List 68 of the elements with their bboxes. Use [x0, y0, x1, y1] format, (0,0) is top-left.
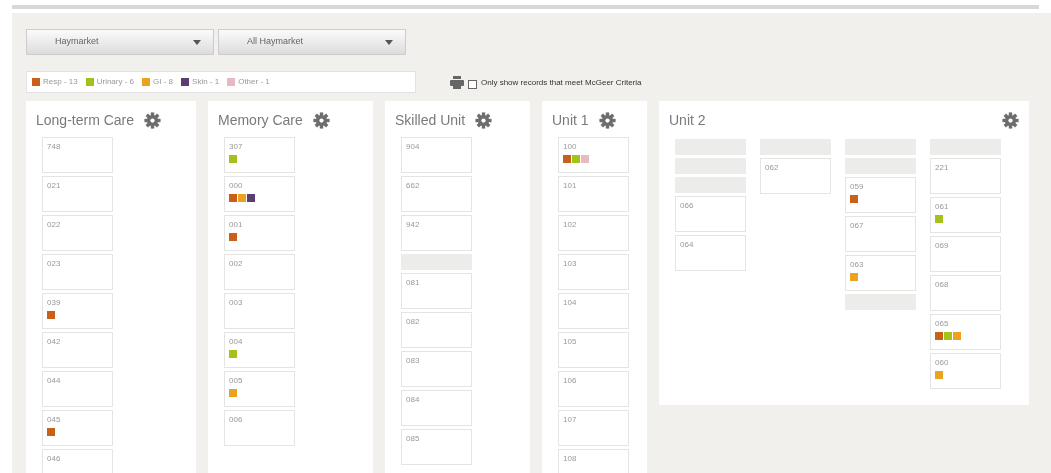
room-card[interactable]: 059	[845, 177, 916, 213]
room-card[interactable]: 942	[401, 215, 472, 251]
room-card[interactable]: 061	[930, 197, 1001, 233]
room-card[interactable]: 001	[224, 215, 295, 251]
room-card[interactable]: 107	[558, 410, 629, 446]
room-card[interactable]: 084	[401, 390, 472, 426]
room-card[interactable]: 003	[224, 293, 295, 329]
room-card[interactable]: 904	[401, 137, 472, 173]
room-card[interactable]: 069	[930, 236, 1001, 272]
room-card[interactable]: 221	[930, 158, 1001, 194]
caret-icon	[385, 39, 393, 45]
dropdown[interactable]: Haymarket	[26, 29, 214, 55]
room-card[interactable]: 083	[401, 351, 472, 387]
room-card[interactable]: 005	[224, 371, 295, 407]
legend-label: GI - 8	[153, 76, 174, 88]
room-card[interactable]: 021	[42, 176, 113, 212]
legend-label: Skin - 1	[192, 76, 220, 88]
room-card[interactable]: 068	[930, 275, 1001, 311]
room-card[interactable]: 023	[42, 254, 113, 290]
settings-icon[interactable]	[144, 111, 162, 129]
room-card[interactable]: 100	[558, 137, 629, 173]
checkbox[interactable]	[468, 79, 477, 89]
settings-icon[interactable]	[598, 111, 616, 129]
room-card[interactable]: 067	[845, 216, 916, 252]
room-card[interactable]: 108	[558, 449, 629, 473]
room-card[interactable]: 042	[42, 332, 113, 368]
room-card[interactable]: 103	[558, 254, 629, 290]
unit-title: Skilled Unit	[395, 110, 466, 130]
room-card[interactable]: 066	[675, 196, 746, 232]
room-card[interactable]: 105	[558, 332, 629, 368]
room-card[interactable]: 662	[401, 176, 472, 212]
print-icon[interactable]	[450, 75, 464, 89]
room-card[interactable]: 106	[558, 371, 629, 407]
caret-icon	[193, 39, 201, 45]
room-card[interactable]: 000	[224, 176, 295, 212]
room-card[interactable]: 081	[401, 273, 472, 309]
unit-title: Memory Care	[218, 110, 303, 130]
settings-icon[interactable]	[475, 111, 493, 129]
dropdown[interactable]: All Haymarket	[218, 29, 406, 55]
room-card[interactable]: 006	[224, 410, 295, 446]
room-card[interactable]: 044	[42, 371, 113, 407]
legend-label: Resp - 13	[43, 76, 78, 88]
room-card[interactable]: 101	[558, 176, 629, 212]
room-card[interactable]: 022	[42, 215, 113, 251]
room-card[interactable]: 104	[558, 293, 629, 329]
room-card[interactable]: 002	[224, 254, 295, 290]
room-card[interactable]: 085	[401, 429, 472, 465]
unit-title: Unit 2	[669, 110, 706, 130]
settings-icon[interactable]	[1002, 111, 1019, 129]
room-card[interactable]: 748	[42, 137, 113, 173]
room-card[interactable]: 060	[930, 353, 1001, 389]
room-card[interactable]: 046	[42, 449, 113, 473]
room-card[interactable]: 039	[42, 293, 113, 329]
room-card[interactable]: 065	[930, 314, 1001, 350]
room-card[interactable]: 102	[558, 215, 629, 251]
room-card[interactable]: 082	[401, 312, 472, 348]
room-card[interactable]: 063	[845, 255, 916, 291]
settings-icon[interactable]	[312, 111, 330, 129]
checkbox-label: Only show records that meet McGeer Criteria	[481, 76, 642, 89]
legend-label: Urinary - 6	[96, 76, 135, 88]
unit-title: Long-term Care	[36, 110, 135, 130]
unit-title: Unit 1	[552, 110, 589, 130]
room-card[interactable]: 064	[675, 235, 746, 271]
room-card[interactable]: 062	[760, 158, 831, 194]
room-card[interactable]: 004	[224, 332, 295, 368]
room-card[interactable]: 307	[224, 137, 295, 173]
room-card[interactable]: 045	[42, 410, 113, 446]
legend-label: Other - 1	[238, 76, 270, 88]
